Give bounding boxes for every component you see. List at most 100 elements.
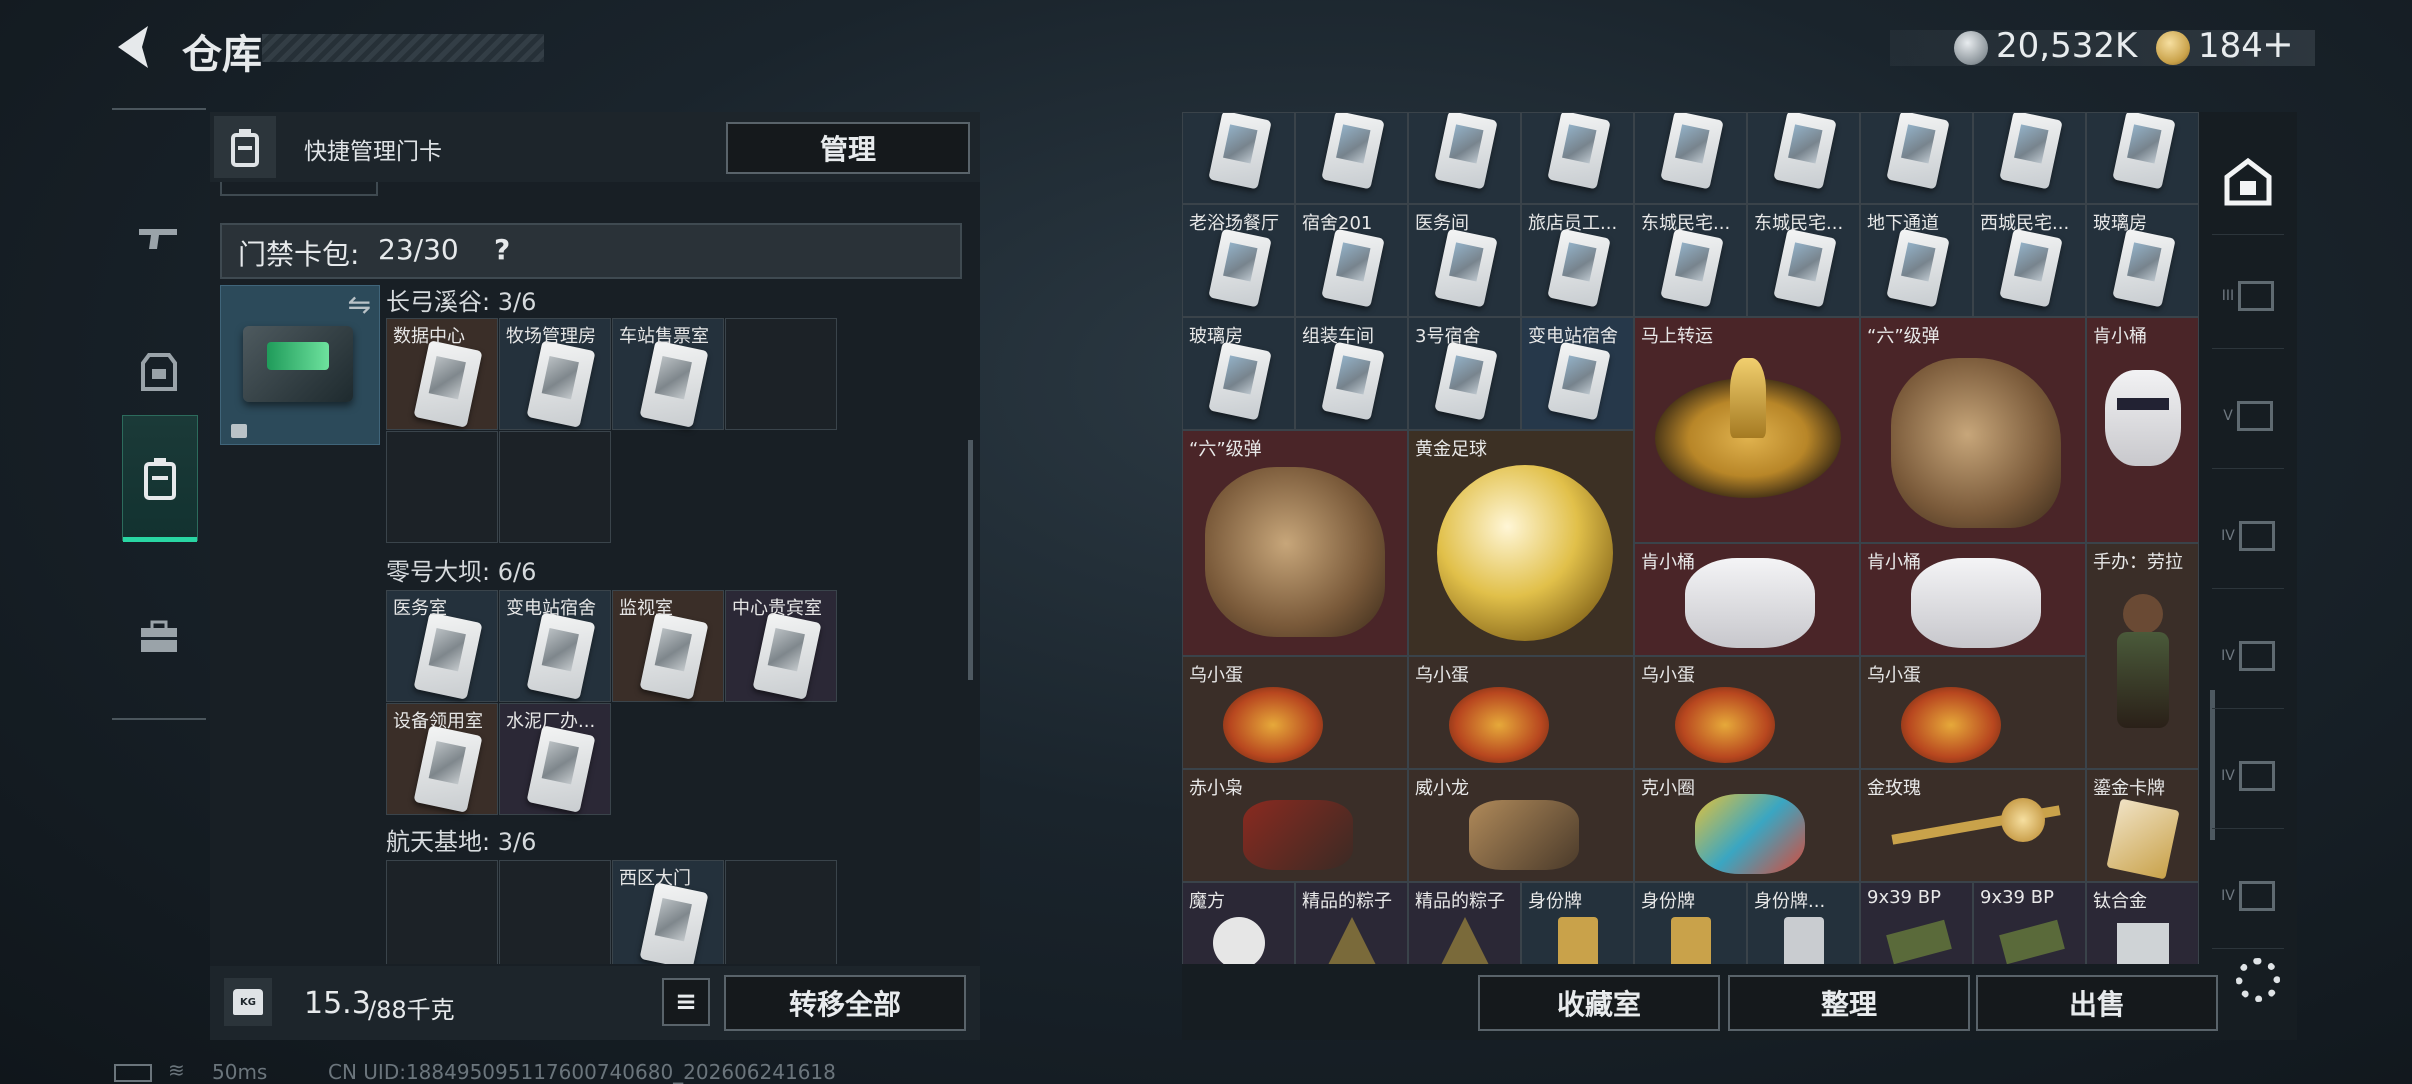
keycard-item[interactable] <box>2086 112 2199 204</box>
keycard-slot[interactable]: 水泥厂办... <box>499 703 611 815</box>
keycard-holder-icon <box>214 116 276 178</box>
manage-button[interactable]: 管理 <box>726 122 970 174</box>
keycard-item[interactable] <box>1973 112 2086 204</box>
keycard-item[interactable]: 玻璃房 <box>1182 317 1295 430</box>
item[interactable]: 身份牌... <box>1747 882 1860 964</box>
tab-container[interactable]: IV <box>2212 724 2284 829</box>
keycard-slot[interactable]: 监视室 <box>612 590 724 702</box>
group-grid: 数据中心 牧场管理房 车站售票室 <box>386 318 840 546</box>
gold-coin-icon <box>2156 31 2190 65</box>
keycard-item[interactable] <box>1182 112 1295 204</box>
sell-button[interactable]: 出售 <box>1976 975 2218 1031</box>
transfer-all-button[interactable]: 转移全部 <box>724 975 966 1031</box>
keycard-slot[interactable]: 牧场管理房 <box>499 318 611 430</box>
keycard-item[interactable]: 西城民宅... <box>1973 204 2086 317</box>
help-button[interactable]: ? <box>494 233 510 266</box>
tab-container[interactable]: IV <box>2212 484 2284 589</box>
collectible-item[interactable]: “六”级弹 <box>1860 317 2086 543</box>
keycard-item[interactable]: 东城民宅... <box>1747 204 1860 317</box>
keycard-slot[interactable]: 数据中心 <box>386 318 498 430</box>
keycard-item[interactable]: 玻璃房 <box>2086 204 2199 317</box>
card-pack-slot[interactable]: ⇋ <box>220 285 380 445</box>
item[interactable]: 身份牌 <box>1634 882 1747 964</box>
tab-container[interactable]: III <box>2212 244 2284 349</box>
keycard-slot[interactable]: 中心贵宾室 <box>725 590 837 702</box>
item[interactable]: 钛合金 <box>2086 882 2199 964</box>
tab-container[interactable]: V <box>2212 364 2284 469</box>
add-currency-button[interactable]: + <box>2262 22 2294 66</box>
tab-container[interactable]: IV <box>2212 844 2284 949</box>
collectible-item[interactable]: 威小龙 <box>1408 769 1634 882</box>
item[interactable]: 9x39 BP <box>1860 882 1973 964</box>
collectible-item[interactable]: 乌小蛋 <box>1860 656 2086 769</box>
card-pack-count: 23/30 <box>378 233 459 266</box>
keycard-item[interactable]: 老浴场餐厅 <box>1182 204 1295 317</box>
empty-slot[interactable] <box>386 431 498 543</box>
empty-slot[interactable] <box>725 318 837 430</box>
keycard-slot[interactable]: 西区大门 <box>612 860 724 964</box>
tab-weapon[interactable] <box>122 175 196 299</box>
collection-room-button[interactable]: 收藏室 <box>1478 975 1720 1031</box>
coin-icon <box>1954 31 1988 65</box>
collectible-item[interactable]: 乌小蛋 <box>1634 656 1860 769</box>
tab-safe-box[interactable] <box>2212 130 2284 235</box>
collectible-item[interactable]: 肯小桶 <box>1860 543 2086 656</box>
keycard-item[interactable] <box>1521 112 1634 204</box>
weight-icon: KG <box>224 978 272 1026</box>
collectible-item[interactable]: 乌小蛋 <box>1408 656 1634 769</box>
collectible-item[interactable]: 黄金足球 <box>1408 430 1634 656</box>
item[interactable]: 9x39 BP <box>1973 882 2086 964</box>
vault-icon <box>2224 157 2272 206</box>
collectible-item[interactable]: 肯小桶 <box>1634 543 1860 656</box>
collectible-item[interactable]: 马上转运 <box>1634 317 1860 543</box>
list-view-button[interactable]: ≡ <box>662 978 710 1026</box>
keycard-item[interactable]: 地下通道 <box>1860 204 1973 317</box>
collectible-item[interactable]: 金玫瑰 <box>1860 769 2086 882</box>
keycard-item[interactable] <box>1295 112 1408 204</box>
left-scrollbar[interactable] <box>968 440 973 680</box>
keycard-item[interactable] <box>1634 112 1747 204</box>
tab-toolbox[interactable] <box>122 575 196 699</box>
sort-button[interactable]: 整理 <box>1728 975 1970 1031</box>
group-grid: 医务室 变电站宿舍 监视室 中心贵宾室 设备领用室 水泥厂办... <box>386 590 840 818</box>
swap-icon[interactable]: ⇋ <box>348 288 371 321</box>
keycard-slot[interactable]: 医务室 <box>386 590 498 702</box>
item[interactable]: 身份牌 <box>1521 882 1634 964</box>
tab-container[interactable]: IV <box>2212 604 2284 709</box>
keycard-item[interactable] <box>1860 112 1973 204</box>
collectible-item[interactable]: 克小圈 <box>1634 769 1860 882</box>
collectible-item[interactable]: 手办：劳拉 <box>2086 543 2199 769</box>
group-title: 长弓溪谷: 3/6 <box>386 288 537 316</box>
item[interactable]: 精品的粽子 <box>1295 882 1408 964</box>
keycard-item[interactable]: 东城民宅... <box>1634 204 1747 317</box>
item[interactable]: 魔方 <box>1182 882 1295 964</box>
item[interactable]: 精品的粽子 <box>1408 882 1521 964</box>
tab-keycard[interactable] <box>122 415 198 542</box>
keycard-item[interactable]: 组装车间 <box>1295 317 1408 430</box>
settings-gear-icon[interactable] <box>2236 958 2280 1002</box>
collectible-item[interactable]: “六”级弹 <box>1182 430 1408 656</box>
empty-slot[interactable] <box>725 860 837 964</box>
collectible-item[interactable]: 乌小蛋 <box>1182 656 1408 769</box>
keycard-item[interactable]: 医务间 <box>1408 204 1521 317</box>
card-pack-label: 门禁卡包: <box>238 238 360 271</box>
uid-text: CN UID:1884950951176007406​80_2026062416… <box>328 1060 836 1084</box>
empty-slot[interactable] <box>499 860 611 964</box>
collectible-item[interactable]: 肯小桶 <box>2086 317 2199 543</box>
keycard-slot[interactable]: 车站售票室 <box>612 318 724 430</box>
collectible-item[interactable]: 赤小枭 <box>1182 769 1408 882</box>
empty-slot[interactable] <box>499 431 611 543</box>
back-arrow-icon[interactable] <box>112 22 156 72</box>
keycard-item[interactable]: 旅店员工... <box>1521 204 1634 317</box>
keycard-slot[interactable]: 设备领用室 <box>386 703 498 815</box>
keycard-item[interactable]: 3号宿舍 <box>1408 317 1521 430</box>
empty-slot[interactable] <box>386 860 498 964</box>
keycard-item[interactable]: 宿舍201 <box>1295 204 1408 317</box>
keycard-item[interactable] <box>1408 112 1521 204</box>
collectible-item[interactable]: 鎏金卡牌 <box>2086 769 2199 882</box>
keycard-item[interactable] <box>1747 112 1860 204</box>
keycard-item[interactable]: 变电站宿舍 <box>1521 317 1634 430</box>
wifi-icon: ≋ <box>168 1058 185 1082</box>
keycard-slot[interactable]: 变电站宿舍 <box>499 590 611 702</box>
briefcase-icon <box>141 620 177 652</box>
